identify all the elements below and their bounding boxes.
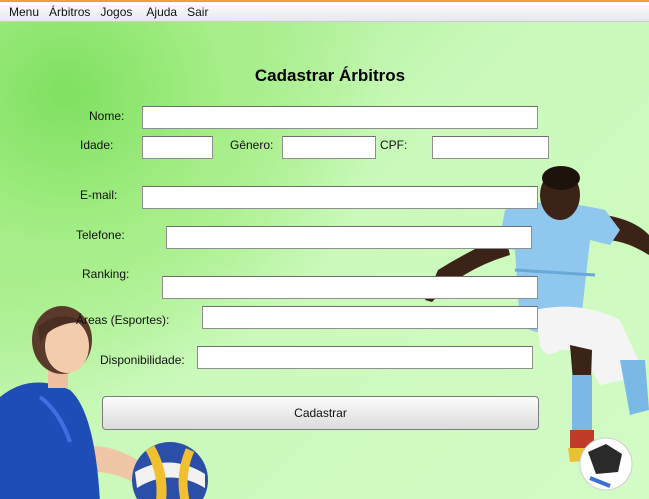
menu-item-arbitros[interactable]: Árbitros: [44, 5, 95, 19]
telefone-field[interactable]: [166, 226, 532, 249]
cadastrar-button[interactable]: Cadastrar: [102, 396, 539, 430]
form-title: Cadastrar Árbitros: [254, 66, 406, 85]
soccer-player-photo: [425, 166, 649, 491]
form-panel: Cadastrar Árbitros Nome: Idade: Gênero: …: [0, 22, 649, 499]
areas-label: Áreas (Esportes):: [76, 313, 170, 327]
cpf-label: CPF:: [380, 138, 408, 152]
menu-item-sair[interactable]: Sair: [182, 5, 213, 19]
disponibilidade-label: Disponibilidade:: [100, 353, 185, 367]
genero-field[interactable]: [282, 136, 376, 159]
nome-field[interactable]: [142, 106, 538, 129]
menu-item-menu[interactable]: Menu: [4, 5, 44, 19]
nome-label: Nome:: [89, 109, 125, 123]
areas-field[interactable]: [202, 306, 538, 329]
email-field[interactable]: [142, 186, 538, 209]
ranking-field[interactable]: [162, 276, 538, 299]
menu-bar: Menu Árbitros Jogos Ajuda Sair: [0, 0, 649, 22]
disponibilidade-field[interactable]: [197, 346, 533, 369]
genero-label: Gênero:: [230, 138, 274, 152]
menu-item-ajuda[interactable]: Ajuda: [137, 5, 182, 19]
idade-label: Idade:: [80, 138, 114, 152]
telefone-label: Telefone:: [76, 228, 125, 242]
cpf-field[interactable]: [432, 136, 549, 159]
idade-field[interactable]: [142, 136, 213, 159]
ranking-label: Ranking:: [82, 267, 130, 281]
menu-item-jogos[interactable]: Jogos: [95, 5, 137, 19]
email-label: E-mail:: [80, 188, 118, 202]
